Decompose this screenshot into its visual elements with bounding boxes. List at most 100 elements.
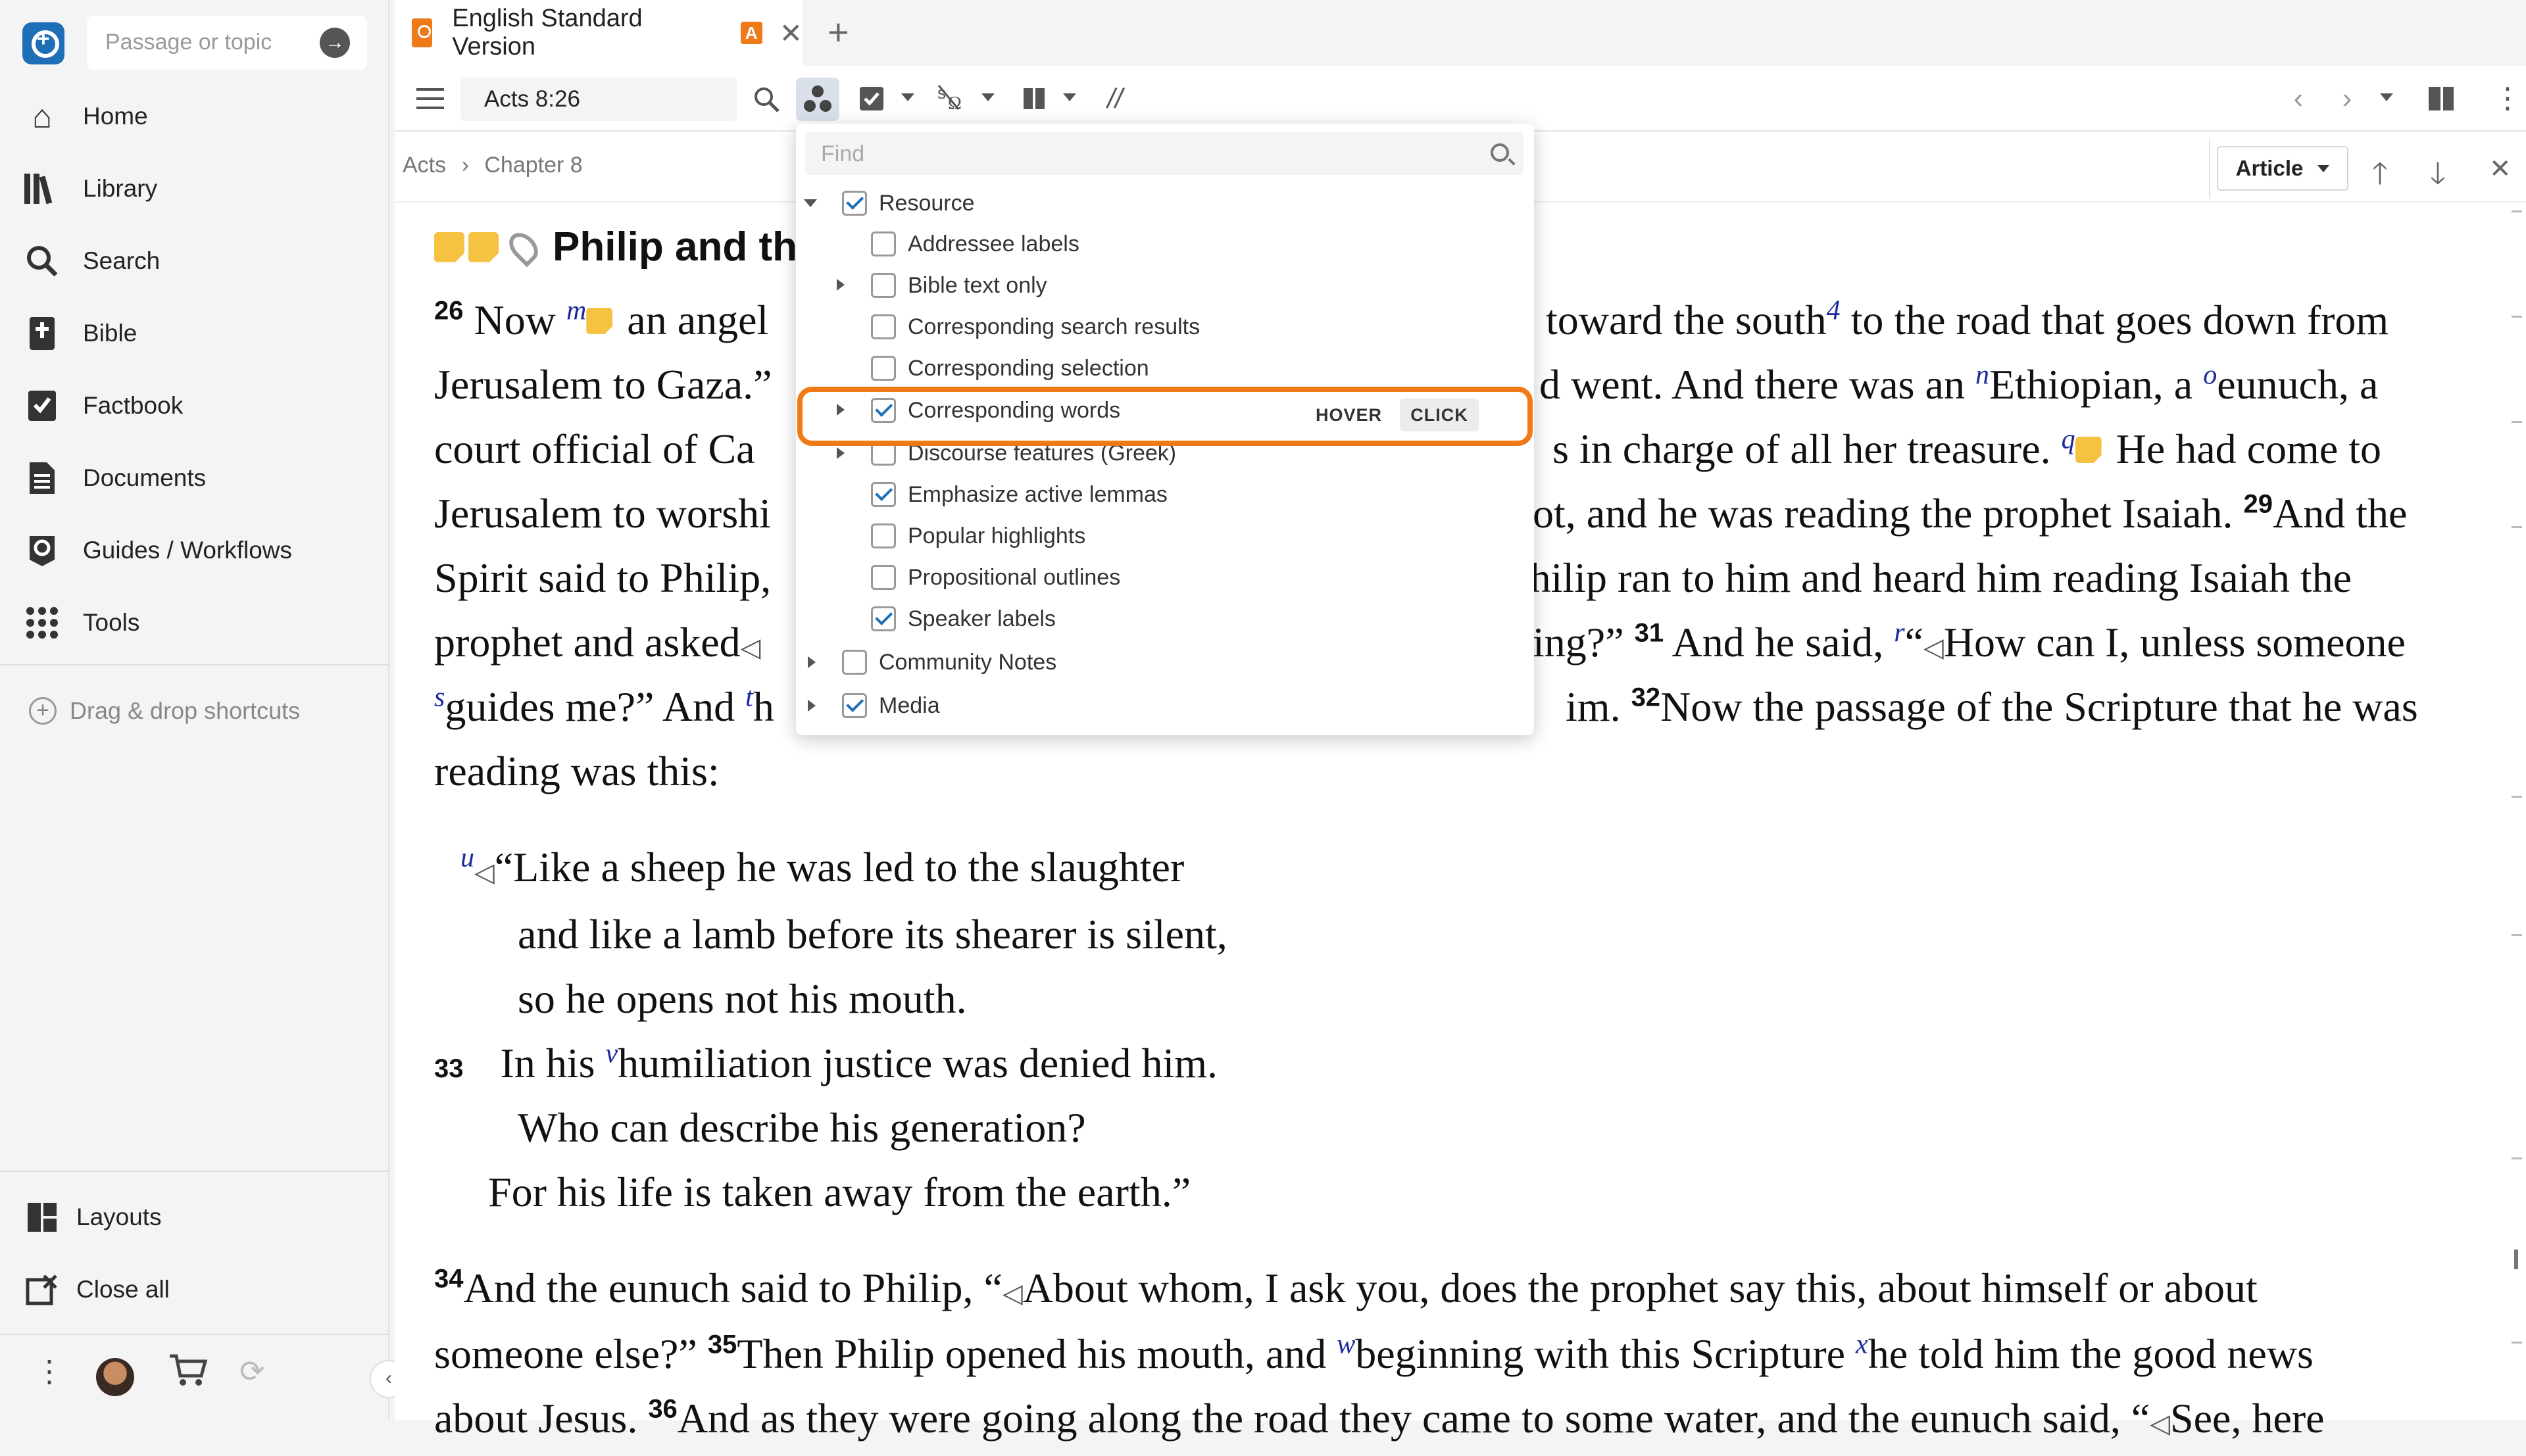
footnote-marker[interactable]: v	[606, 1039, 618, 1069]
filter-addressee-labels[interactable]: Addressee labels	[871, 224, 1079, 264]
checkbox[interactable]	[871, 606, 896, 631]
note-icon[interactable]	[434, 231, 464, 262]
filter-community-notes[interactable]: Community Notes	[842, 642, 1056, 683]
app-logo-icon[interactable]	[22, 22, 64, 64]
cart-icon[interactable]	[168, 1353, 208, 1394]
sync-icon[interactable]: ⟳	[239, 1353, 265, 1389]
verse-number[interactable]: 34	[434, 1265, 464, 1294]
sidebar-item-layouts[interactable]: Layouts	[22, 1194, 378, 1240]
collapse-triangle-icon[interactable]	[804, 199, 817, 207]
checkbox[interactable]	[842, 650, 867, 675]
sidebar-item-home[interactable]: ⌂ Home	[22, 93, 378, 139]
sidebar-item-guides[interactable]: Guides / Workflows	[22, 527, 378, 573]
checkbox[interactable]	[871, 523, 896, 548]
filter-emphasize-active-lemmas[interactable]: Emphasize active lemmas	[871, 474, 1168, 515]
checkbox[interactable]	[842, 191, 867, 216]
arrow-down-icon[interactable]: 🡓	[2430, 151, 2446, 203]
footnote-marker[interactable]: 4	[1827, 296, 1841, 326]
sidebar-item-documents[interactable]: Documents	[22, 455, 378, 501]
verse-number[interactable]: 29	[2244, 490, 2273, 519]
panel-menu-icon[interactable]	[414, 80, 446, 117]
scrollbar-thumb[interactable]	[2514, 1250, 2518, 1269]
columns-icon[interactable]	[1020, 80, 1049, 117]
arrow-up-icon[interactable]: 🡑	[2372, 151, 2388, 203]
verse-number[interactable]: 31	[1635, 619, 1664, 648]
more-vertical-icon[interactable]: ⋮	[34, 1353, 64, 1389]
checkbox[interactable]	[871, 231, 896, 256]
find-input[interactable]	[820, 141, 1412, 167]
sidebar-item-close-all[interactable]: Close all	[22, 1267, 378, 1313]
verse-number[interactable]: 32	[1631, 683, 1661, 712]
expand-triangle-icon[interactable]	[808, 656, 816, 668]
speaker-icon[interactable]: ◁	[741, 633, 761, 662]
footnote-marker[interactable]: t	[745, 683, 753, 713]
sidebar-item-library[interactable]: Library	[22, 166, 378, 212]
visual-filters-button[interactable]	[796, 78, 839, 121]
chevron-down-icon[interactable]	[901, 93, 914, 101]
sidebar-item-factbook[interactable]: Factbook	[22, 383, 378, 429]
verse-number[interactable]: 33	[434, 1054, 464, 1083]
expand-triangle-icon[interactable]	[837, 279, 845, 291]
chevron-down-icon[interactable]	[981, 93, 995, 101]
sidebar-item-search[interactable]: Search	[22, 238, 378, 284]
speaker-icon[interactable]: ◁	[1003, 1278, 1023, 1308]
filter-resource[interactable]: Resource	[842, 183, 975, 224]
reference-input[interactable]	[483, 85, 720, 113]
checkbox[interactable]	[871, 356, 896, 381]
checkbox[interactable]	[871, 565, 896, 590]
verse-number[interactable]: 35	[708, 1330, 737, 1359]
panel-more-vertical-icon[interactable]: ⋮	[2493, 80, 2522, 117]
drag-drop-shortcuts[interactable]: + Drag & drop shortcuts	[29, 697, 300, 725]
checkbox[interactable]	[842, 693, 867, 718]
split-panel-icon[interactable]	[2425, 80, 2458, 117]
sidebar-item-tools[interactable]: Tools	[22, 600, 378, 646]
filter-speaker-labels[interactable]: Speaker labels	[871, 598, 1056, 639]
footnote-marker[interactable]: o	[2203, 360, 2217, 391]
article-dropdown-button[interactable]: Article	[2217, 146, 2348, 191]
speaker-icon[interactable]: ◁	[1923, 633, 1944, 662]
forward-chevron-icon[interactable]: ›	[2334, 80, 2360, 117]
passage-input[interactable]	[104, 28, 301, 57]
expand-triangle-icon[interactable]	[837, 447, 845, 459]
footnote-marker[interactable]: m	[566, 296, 586, 326]
note-icon[interactable]	[468, 231, 499, 262]
parallel-resources-icon[interactable]: //	[1099, 80, 1131, 117]
back-chevron-icon[interactable]: ‹	[2285, 80, 2312, 117]
avatar[interactable]	[96, 1358, 134, 1396]
checkbox[interactable]	[871, 314, 896, 339]
interlinear-icon[interactable]: sΩ	[934, 80, 974, 117]
footnote-marker[interactable]: r	[1894, 618, 1904, 648]
checkbox[interactable]	[871, 482, 896, 507]
verse-number[interactable]: 36	[648, 1395, 678, 1424]
history-chevron-down-icon[interactable]	[2380, 93, 2393, 101]
new-tab-plus-icon[interactable]: +	[828, 11, 849, 53]
verse-number[interactable]: 26	[434, 297, 464, 326]
checkbox[interactable]	[871, 273, 896, 298]
footnote-marker[interactable]: s	[434, 683, 445, 713]
sidebar-item-bible[interactable]: Bible	[22, 310, 378, 356]
footnote-marker[interactable]: x	[1856, 1330, 1868, 1360]
breadcrumb-chapter[interactable]: Chapter 8	[484, 153, 582, 178]
map-pin-icon[interactable]	[503, 227, 544, 267]
close-tab-icon[interactable]: ✕	[780, 17, 803, 49]
checkbox-icon[interactable]	[855, 80, 888, 117]
search-icon[interactable]	[750, 80, 783, 117]
note-icon[interactable]	[2075, 437, 2102, 463]
expand-triangle-icon[interactable]	[808, 700, 816, 712]
go-arrow-icon[interactable]: →	[320, 28, 350, 58]
footnote-marker[interactable]: w	[1337, 1330, 1355, 1360]
footnote-marker[interactable]: q	[2062, 425, 2075, 455]
footnote-marker[interactable]: u	[460, 843, 474, 873]
filter-corresponding-selection[interactable]: Corresponding selection	[871, 348, 1149, 389]
filter-bible-text-only[interactable]: Bible text only	[871, 265, 1047, 306]
tab-esv[interactable]: English Standard Version A ✕	[395, 0, 803, 66]
filter-popular-highlights[interactable]: Popular highlights	[871, 516, 1085, 556]
close-subbar-icon[interactable]: ✕	[2489, 154, 2512, 184]
footnote-marker[interactable]: n	[1975, 360, 1989, 391]
speaker-icon[interactable]: ◁	[474, 858, 495, 887]
filter-propositional-outlines[interactable]: Propositional outlines	[871, 557, 1120, 598]
filter-corresponding-search-results[interactable]: Corresponding search results	[871, 306, 1200, 347]
breadcrumb-book[interactable]: Acts	[403, 153, 446, 178]
speaker-icon[interactable]: ◁	[2150, 1409, 2170, 1438]
filter-media[interactable]: Media	[842, 685, 940, 726]
